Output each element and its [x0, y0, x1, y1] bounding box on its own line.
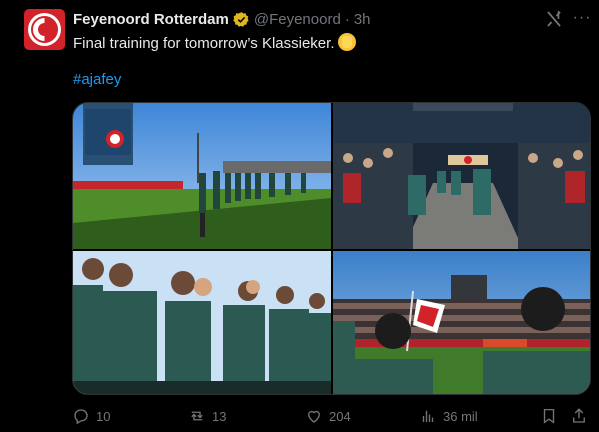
photo-training-pitch[interactable] — [73, 103, 331, 249]
feyenoord-logo-icon — [28, 13, 61, 46]
author-handle[interactable]: @Feyenoord — [254, 11, 341, 28]
timestamp[interactable]: 3h — [354, 11, 371, 28]
avatar[interactable] — [24, 9, 65, 50]
views-chart-icon — [422, 410, 434, 422]
repost-icon — [191, 411, 203, 421]
author-name[interactable]: Feyenoord Rotterdam — [73, 11, 229, 28]
bookmark-button[interactable] — [540, 404, 558, 428]
bookmark-icon — [543, 408, 555, 424]
share-button[interactable] — [570, 404, 588, 428]
repost-button[interactable]: 13 — [188, 404, 226, 428]
tweet[interactable]: Feyenoord Rotterdam @Feyenoord · 3h ··· … — [0, 0, 599, 432]
more-options-icon[interactable]: ··· — [572, 8, 592, 28]
reply-button[interactable]: 10 — [72, 404, 110, 428]
tweet-text: Final training for tomorrow’s Klassieker… — [73, 33, 356, 54]
share-icon — [573, 408, 585, 423]
action-bar: 10 13 204 36 mil — [72, 404, 592, 428]
tweet-body: Final training for tomorrow’s Klassieker… — [73, 35, 335, 52]
views-count: 36 mil — [443, 408, 478, 424]
reply-icon — [74, 409, 88, 425]
reply-count: 10 — [96, 408, 111, 424]
like-button[interactable]: 204 — [305, 404, 351, 428]
views-button[interactable]: 36 mil — [419, 404, 478, 428]
hashtag-link[interactable]: #ajafey — [73, 71, 121, 88]
repost-count: 13 — [212, 408, 227, 424]
photo-players-applauding[interactable] — [73, 251, 331, 394]
separator-dot: · — [344, 10, 350, 28]
like-count: 204 — [329, 408, 351, 424]
heart-icon — [308, 410, 320, 423]
verified-badge-icon[interactable] — [233, 11, 250, 28]
photo-stadium-crowd[interactable] — [333, 251, 590, 394]
clapping-hands-icon — [337, 33, 356, 51]
tweet-header: Feyenoord Rotterdam @Feyenoord · 3h — [73, 9, 371, 29]
grok-icon[interactable] — [544, 9, 564, 29]
media-grid — [72, 102, 591, 395]
photo-fans-tunnel[interactable] — [333, 103, 590, 249]
